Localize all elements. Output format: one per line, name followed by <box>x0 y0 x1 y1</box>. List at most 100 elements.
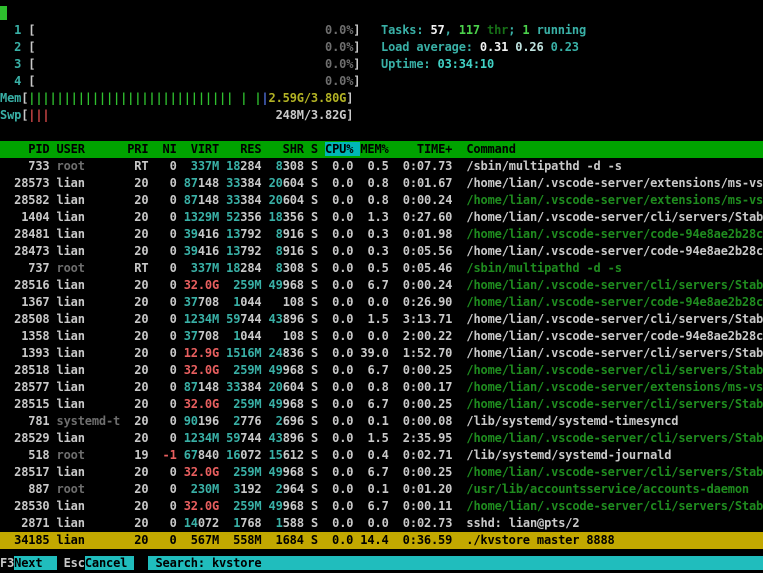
user-cell: lian <box>57 431 128 445</box>
column-header-virt[interactable]: VIRT <box>184 142 226 156</box>
process-row[interactable]: 518 root 19 -1 67840 16072 15612 S 0.0 0… <box>0 447 763 464</box>
shr-cell: 612 <box>283 448 304 462</box>
process-row[interactable]: 28573 lian 20 0 87148 33384 20604 S 0.0 … <box>0 175 763 192</box>
stats-cells: S 0.0 0.8 0:00.24 <box>304 193 467 207</box>
process-row[interactable]: 28516 lian 20 0 32.0G 259M 49968 S 0.0 6… <box>0 277 763 294</box>
pri-cell: 20 <box>127 244 155 258</box>
virt-cell: 32.0G <box>184 397 219 411</box>
column-header-user[interactable]: USER <box>57 142 128 156</box>
pri-cell: 20 <box>127 414 155 428</box>
shr-cell: 43 <box>269 312 283 326</box>
selected-row-text: 34185 lian 20 0 567M 558M 1684 S 0.0 14.… <box>0 533 615 547</box>
pid-cell: 1358 <box>0 329 57 343</box>
process-row[interactable]: 28518 lian 20 0 32.0G 259M 49968 S 0.0 6… <box>0 362 763 379</box>
process-row[interactable]: 28582 lian 20 0 87148 33384 20604 S 0.0 … <box>0 192 763 209</box>
memory-meter-label: Mem <box>0 91 21 105</box>
virt-cell: 32.0G <box>184 499 219 513</box>
process-row[interactable]: 1393 lian 20 0 12.9G 1516M 24836 S 0.0 3… <box>0 345 763 362</box>
shr-cell: 43 <box>269 431 283 445</box>
command-cell: /home/lian/.vscode-server/code-94e8ae2b2… <box>466 244 763 258</box>
column-header-s[interactable]: S <box>311 142 325 156</box>
ni-cell: 0 <box>155 193 183 207</box>
column-header-time[interactable]: TIME+ <box>396 142 467 156</box>
column-header-pri[interactable]: PRI <box>127 142 155 156</box>
cpu-meter-value: 0.0% <box>325 40 353 54</box>
res-cell: 259M <box>226 465 261 479</box>
process-row[interactable]: 781 systemd-t 20 0 90196 2776 2696 S 0.0… <box>0 413 763 430</box>
memory-bar-green: ||||||||||||||||||||||||||||| | | <box>28 91 261 105</box>
shr-cell: 8 <box>269 261 283 275</box>
shr-cell: 2 <box>269 482 283 496</box>
res-cell: 16 <box>226 448 240 462</box>
shr-cell: 108 <box>269 295 304 309</box>
process-row[interactable]: 28515 lian 20 0 32.0G 259M 49968 S 0.0 6… <box>0 396 763 413</box>
shr-cell: 308 <box>283 159 304 173</box>
stats-cells: S 0.0 0.4 0:02.71 <box>304 448 467 462</box>
user-cell: lian <box>57 227 128 241</box>
pid-cell: 28573 <box>0 176 57 190</box>
search-bar[interactable]: Search: kvstore <box>148 556 763 570</box>
user-cell: lian <box>57 465 128 479</box>
virt-cell: 337M <box>184 159 219 173</box>
process-row[interactable]: 737 root RT 0 337M 18284 8308 S 0.0 0.5 … <box>0 260 763 277</box>
f3-key[interactable]: F3 <box>0 556 14 570</box>
res-cell: 792 <box>240 244 261 258</box>
process-row[interactable]: 1404 lian 20 0 1329M 52356 18356 S 0.0 1… <box>0 209 763 226</box>
column-header-ni[interactable]: NI <box>155 142 183 156</box>
res-cell: 744 <box>240 312 261 326</box>
stats-cells: S 0.0 0.0 2:00.22 <box>304 329 467 343</box>
user-cell: lian <box>57 193 128 207</box>
process-row[interactable]: 28481 lian 20 0 39416 13792 8916 S 0.0 0… <box>0 226 763 243</box>
res-cell: 072 <box>240 448 261 462</box>
column-header-pid[interactable]: PID <box>0 142 57 156</box>
res-cell: 284 <box>240 159 261 173</box>
res-cell: 59 <box>226 431 240 445</box>
esc-key[interactable]: Esc <box>64 556 85 570</box>
shr-cell: 604 <box>283 193 304 207</box>
process-row[interactable]: 733 root RT 0 337M 18284 8308 S 0.0 0.5 … <box>0 158 763 175</box>
res-cell: 744 <box>240 431 261 445</box>
column-header-mem[interactable]: MEM% <box>360 142 395 156</box>
esc-cancel-button[interactable]: Cancel <box>85 556 134 570</box>
process-row[interactable]: 28473 lian 20 0 39416 13792 8916 S 0.0 0… <box>0 243 763 260</box>
process-row[interactable]: 1358 lian 20 0 37708 1044 108 S 0.0 0.0 … <box>0 328 763 345</box>
info-panel: Tasks: 57, 117 thr; 1 running Load avera… <box>381 22 586 73</box>
virt-cell: 230M <box>184 482 219 496</box>
virt-cell: 840 <box>198 448 219 462</box>
shr-cell: 24 <box>269 346 283 360</box>
stats-cells: S 0.0 1.3 0:27.60 <box>304 210 467 224</box>
table-header: PID USER PRI NI VIRT RES SHR S CPU% MEM%… <box>0 141 763 158</box>
column-header-res[interactable]: RES <box>226 142 268 156</box>
column-header-command[interactable]: Command <box>466 142 515 156</box>
command-cell: /home/lian/.vscode-server/cli/servers/St… <box>466 363 763 377</box>
virt-cell: 87 <box>184 193 198 207</box>
ni-cell: 0 <box>155 380 183 394</box>
f3-next-button[interactable]: Next <box>14 556 56 570</box>
running-count: 1 <box>522 23 529 37</box>
stats-cells: S 0.0 0.3 0:01.98 <box>304 227 467 241</box>
column-header-shr[interactable]: SHR <box>269 142 311 156</box>
process-row[interactable]: 28517 lian 20 0 32.0G 259M 49968 S 0.0 6… <box>0 464 763 481</box>
command-cell: /sbin/multipathd -d -s <box>466 261 621 275</box>
process-row[interactable]: 28508 lian 20 0 1234M 59744 43896 S 0.0 … <box>0 311 763 328</box>
shr-cell: 968 <box>283 499 304 513</box>
meter-bracket: ] <box>353 23 360 37</box>
shr-cell: 20 <box>269 380 283 394</box>
ni-cell: 0 <box>155 346 183 360</box>
process-row[interactable]: 28530 lian 20 0 32.0G 259M 49968 S 0.0 6… <box>0 498 763 515</box>
stats-cells: S 0.0 6.7 0:00.24 <box>304 278 467 292</box>
shr-cell: 968 <box>283 363 304 377</box>
process-table: 733 root RT 0 337M 18284 8308 S 0.0 0.5 … <box>0 158 763 549</box>
user-cell: lian <box>57 210 128 224</box>
shr-cell: 604 <box>283 176 304 190</box>
process-row[interactable]: 28529 lian 20 0 1234M 59744 43896 S 0.0 … <box>0 430 763 447</box>
column-header-cpu[interactable]: CPU% <box>325 142 360 156</box>
shr-cell: 49 <box>269 397 283 411</box>
process-row[interactable]: 2871 lian 20 0 14072 1768 1588 S 0.0 0.0… <box>0 515 763 532</box>
process-row[interactable]: 887 root 20 0 230M 3192 2964 S 0.0 0.1 0… <box>0 481 763 498</box>
process-row[interactable]: 1367 lian 20 0 37708 1044 108 S 0.0 0.0 … <box>0 294 763 311</box>
process-row-selected[interactable]: 34185 lian 20 0 567M 558M 1684 S 0.0 14.… <box>0 532 763 549</box>
cpu-meter-4: 4 [ 0.0%] <box>0 73 763 90</box>
process-row[interactable]: 28577 lian 20 0 87148 33384 20604 S 0.0 … <box>0 379 763 396</box>
virt-cell: 1234M <box>184 312 219 326</box>
